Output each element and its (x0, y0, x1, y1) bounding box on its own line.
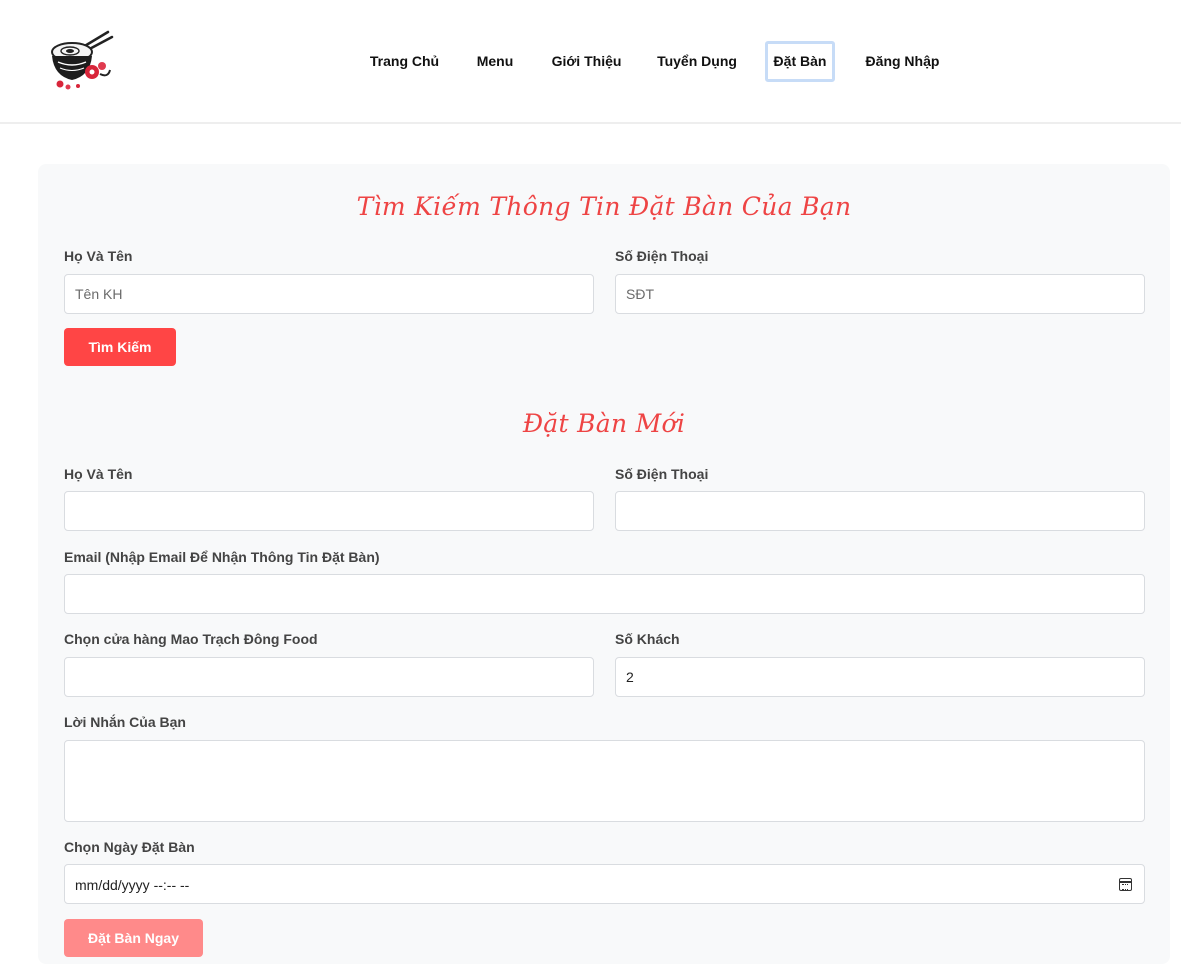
main-nav: Trang Chủ Menu Giới Thiệu Tuyển Dụng Đặt… (0, 41, 1181, 82)
search-phone-input[interactable] (615, 274, 1145, 314)
message-textarea[interactable] (64, 740, 1145, 822)
nav-item-login[interactable]: Đăng Nhập (855, 41, 950, 82)
nav-item-about[interactable]: Giới Thiệu (543, 41, 630, 82)
search-section-title: Tìm Kiếm Thông Tin Đặt Bàn Của Bạn (356, 192, 852, 221)
booking-name-input[interactable] (64, 491, 594, 531)
booking-name-label: Họ Và Tên (64, 466, 133, 482)
calendar-icon[interactable] (1119, 878, 1132, 891)
date-time-input[interactable]: mm/dd/yyyy --:-- -- (64, 864, 1145, 904)
booking-phone-label: Số Điện Thoại (615, 466, 709, 482)
nav-item-menu[interactable]: Menu (466, 41, 524, 82)
nav-item-careers[interactable]: Tuyển Dụng (648, 41, 746, 82)
nav-item-home[interactable]: Trang Chủ (361, 41, 448, 82)
search-name-input[interactable] (64, 274, 594, 314)
booking-phone-input[interactable] (615, 491, 1145, 531)
date-label: Chọn Ngày Đặt Bàn (64, 839, 195, 855)
message-label: Lời Nhắn Của Bạn (64, 714, 186, 730)
guests-label: Số Khách (615, 631, 680, 647)
site-header: Trang Chủ Menu Giới Thiệu Tuyển Dụng Đặt… (0, 0, 1181, 124)
booking-card: Tìm Kiếm Thông Tin Đặt Bàn Của Bạn Họ Và… (38, 164, 1170, 964)
booking-email-input[interactable] (64, 574, 1145, 614)
nav-item-booking[interactable]: Đặt Bàn (765, 41, 835, 82)
date-placeholder-text: mm/dd/yyyy --:-- -- (75, 877, 190, 893)
book-now-button[interactable]: Đặt Bàn Ngay (64, 919, 203, 957)
search-phone-label: Số Điện Thoại (615, 248, 709, 264)
booking-email-label: Email (Nhập Email Để Nhận Thông Tin Đặt … (64, 549, 380, 565)
booking-section-title: Đặt Bàn Mới (522, 409, 686, 438)
store-select-input[interactable] (64, 657, 594, 697)
search-button[interactable]: Tìm Kiếm (64, 328, 176, 366)
search-name-label: Họ Và Tên (64, 248, 133, 264)
store-select-label: Chọn cửa hàng Mao Trạch Đông Food (64, 631, 318, 647)
guests-input[interactable] (615, 657, 1145, 697)
